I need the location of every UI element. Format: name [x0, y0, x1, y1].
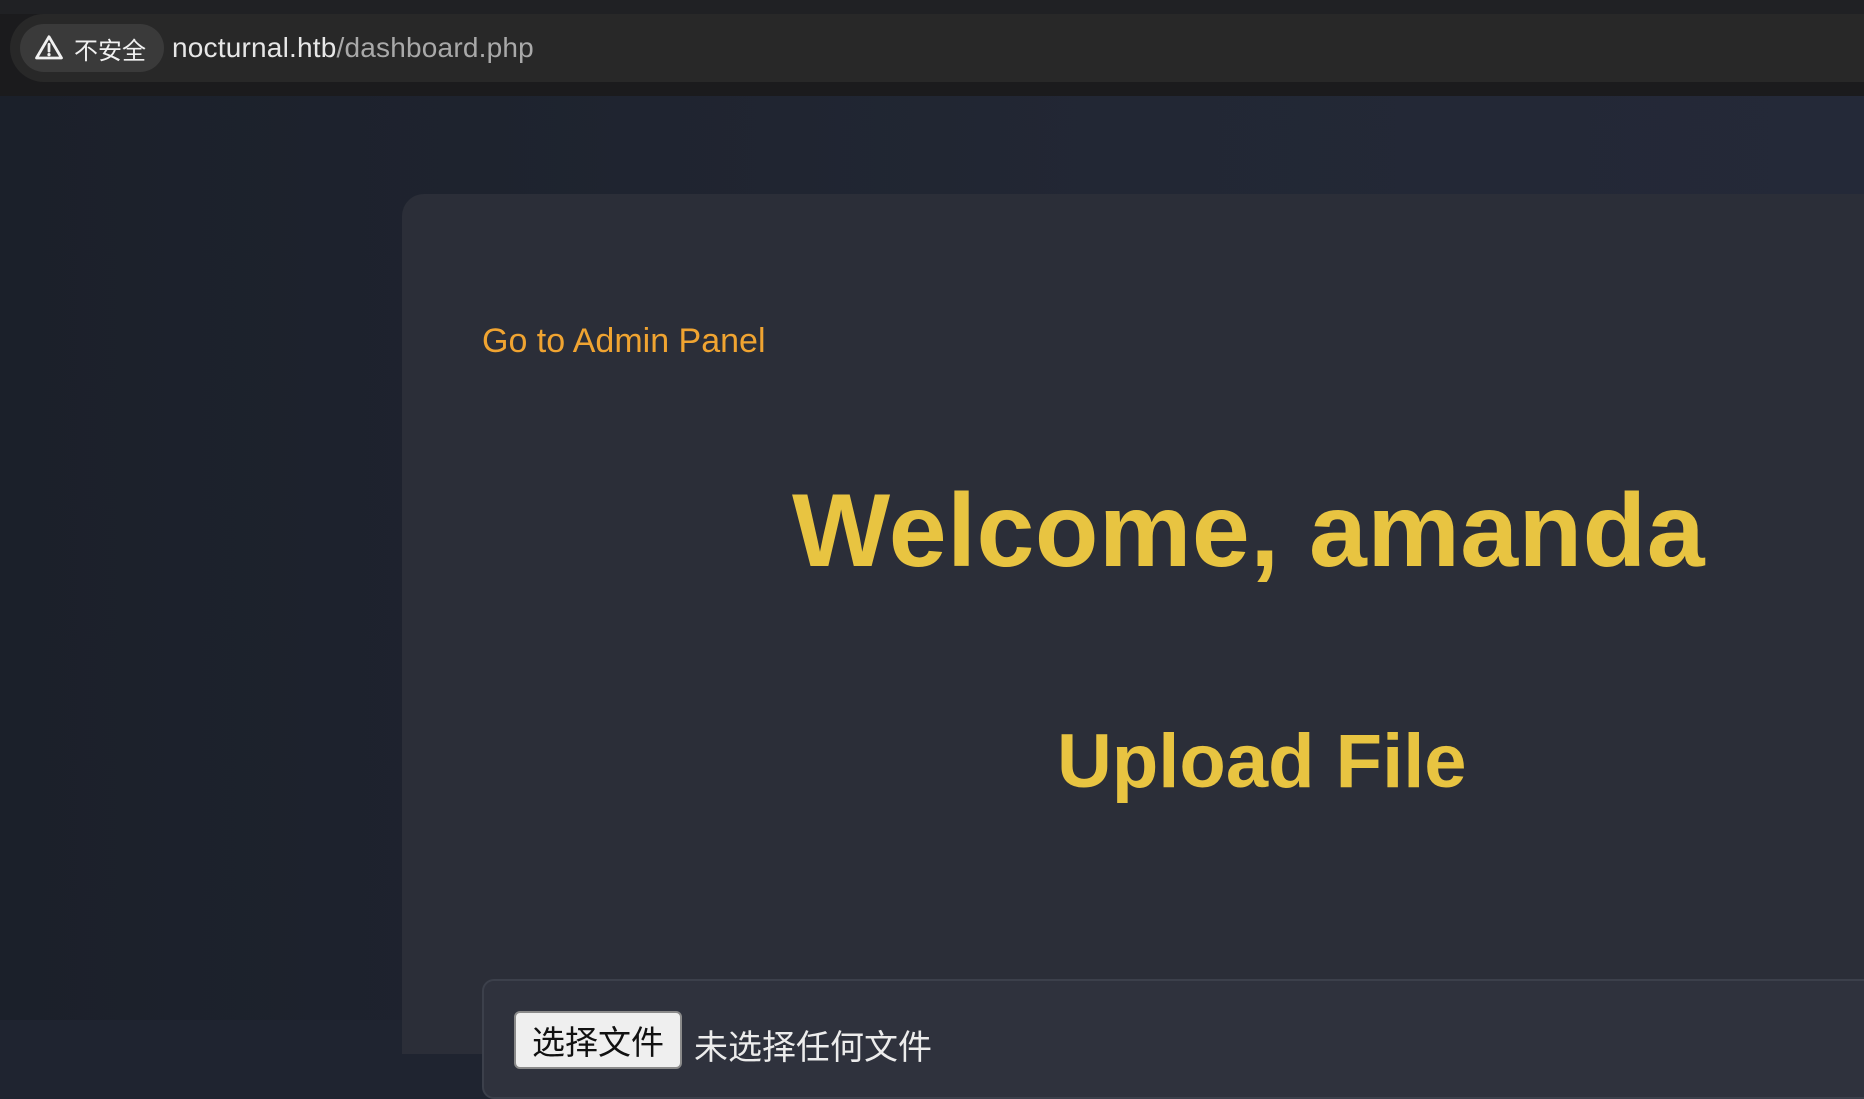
security-label: 不安全: [74, 36, 146, 65]
url-text[interactable]: nocturnal.htb/dashboard.php: [172, 30, 534, 66]
address-bar[interactable]: 不安全 nocturnal.htb/dashboard.php: [10, 14, 1864, 82]
warning-icon: [35, 35, 63, 60]
file-selection-status: 未选择任何文件: [694, 1028, 932, 1068]
url-path: /dashboard.php: [336, 32, 534, 63]
admin-panel-link[interactable]: Go to Admin Panel: [482, 322, 766, 361]
tab-strip: [0, 0, 1864, 14]
dashboard-card: Go to Admin Panel Welcome, amanda Upload…: [402, 194, 1864, 1099]
browser-chrome: 不安全 nocturnal.htb/dashboard.php: [0, 0, 1864, 97]
security-indicator[interactable]: 不安全: [20, 24, 164, 72]
dashboard-page: Go to Admin Panel Welcome, amanda Upload…: [0, 96, 1864, 1099]
welcome-heading: Welcome, amanda: [792, 473, 1706, 589]
file-upload-field[interactable]: 选择文件 未选择任何文件: [482, 979, 1864, 1099]
upload-file-heading: Upload File: [1057, 719, 1467, 804]
url-host: nocturnal.htb: [172, 32, 337, 63]
